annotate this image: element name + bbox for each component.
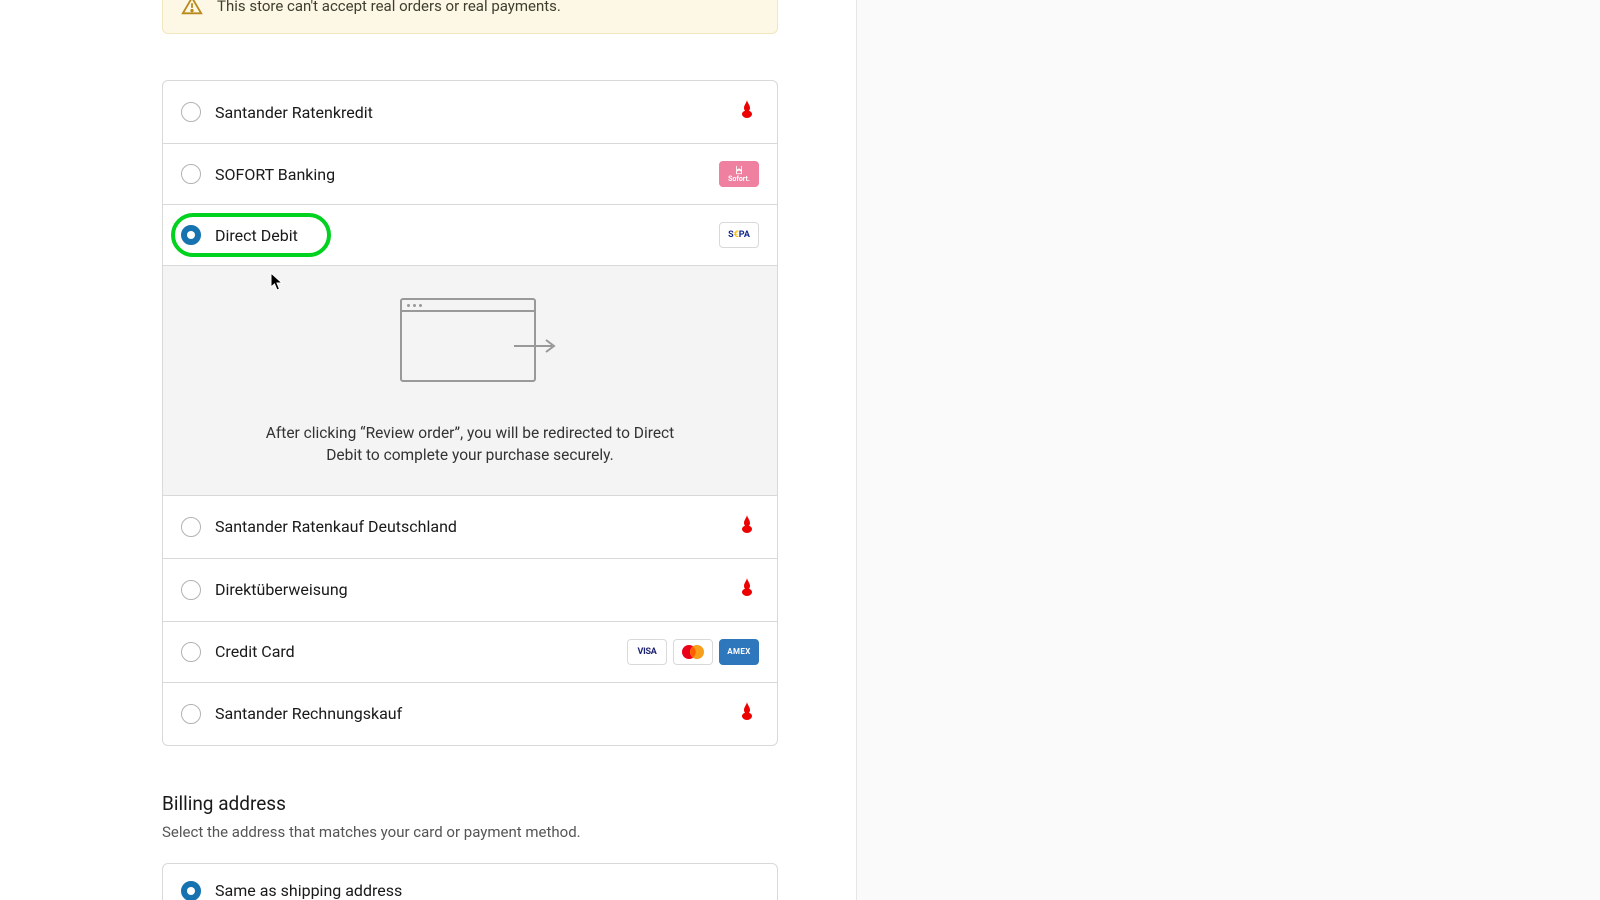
santander-flame-icon	[735, 700, 759, 728]
payment-label: Santander Ratenkauf Deutschland	[215, 517, 457, 536]
checkout-main-column: This store can't accept real orders or r…	[162, 0, 778, 900]
payment-label: Santander Rechnungskauf	[215, 704, 402, 723]
radio-checked[interactable]	[181, 881, 201, 900]
amex-logo-icon: AMEX	[719, 639, 759, 665]
payment-option-direct-debit[interactable]: Direct Debit S€PA	[163, 205, 777, 266]
santander-flame-icon	[735, 576, 759, 604]
payment-option-santander-ratenkauf-de[interactable]: Santander Ratenkauf Deutschland	[163, 496, 777, 559]
radio-unchecked[interactable]	[181, 102, 201, 122]
radio-unchecked[interactable]	[181, 517, 201, 537]
billing-option-label: Same as shipping address	[215, 881, 402, 900]
redirect-illustration	[390, 298, 550, 390]
payment-option-santander-ratenkredit[interactable]: Santander Ratenkredit	[163, 81, 777, 144]
radio-unchecked[interactable]	[181, 580, 201, 600]
payment-option-sofort[interactable]: SOFORT Banking Sofort.	[163, 144, 777, 205]
payment-label: Santander Ratenkredit	[215, 103, 373, 122]
store-notice-text: This store can't accept real orders or r…	[217, 0, 561, 15]
payment-label: SOFORT Banking	[215, 165, 335, 184]
warning-icon	[181, 0, 203, 17]
billing-option-same-as-shipping[interactable]: Same as shipping address	[163, 864, 777, 900]
billing-address-list: Same as shipping address	[162, 863, 778, 900]
payment-option-credit-card[interactable]: Credit Card VISA AMEX	[163, 622, 777, 683]
radio-unchecked[interactable]	[181, 642, 201, 662]
mastercard-logo-icon	[673, 639, 713, 665]
payment-option-santander-rechnungskauf[interactable]: Santander Rechnungskauf	[163, 683, 777, 745]
store-notice-banner: This store can't accept real orders or r…	[162, 0, 778, 34]
payment-method-list: Santander Ratenkredit SOFORT Banking Sof…	[162, 80, 778, 746]
radio-unchecked[interactable]	[181, 704, 201, 724]
arrow-right-icon	[514, 338, 556, 357]
santander-flame-icon	[735, 98, 759, 126]
payment-redirect-panel: After clicking “Review order”, you will …	[163, 266, 777, 496]
payment-label: Direktüberweisung	[215, 580, 348, 599]
sofort-logo-icon: Sofort.	[719, 161, 759, 187]
sepa-logo-icon: S€PA	[719, 222, 759, 248]
redirect-notice-text: After clicking “Review order”, you will …	[255, 422, 685, 467]
payment-option-direktueberweisung[interactable]: Direktüberweisung	[163, 559, 777, 622]
payment-label: Credit Card	[215, 642, 295, 661]
billing-title: Billing address	[162, 792, 778, 815]
radio-unchecked[interactable]	[181, 164, 201, 184]
visa-logo-icon: VISA	[627, 639, 667, 665]
order-summary-panel	[856, 0, 1600, 900]
santander-flame-icon	[735, 513, 759, 541]
radio-checked[interactable]	[181, 225, 201, 245]
payment-label: Direct Debit	[215, 226, 298, 245]
billing-address-section: Billing address Select the address that …	[162, 792, 778, 900]
billing-subtitle: Select the address that matches your car…	[162, 823, 778, 841]
